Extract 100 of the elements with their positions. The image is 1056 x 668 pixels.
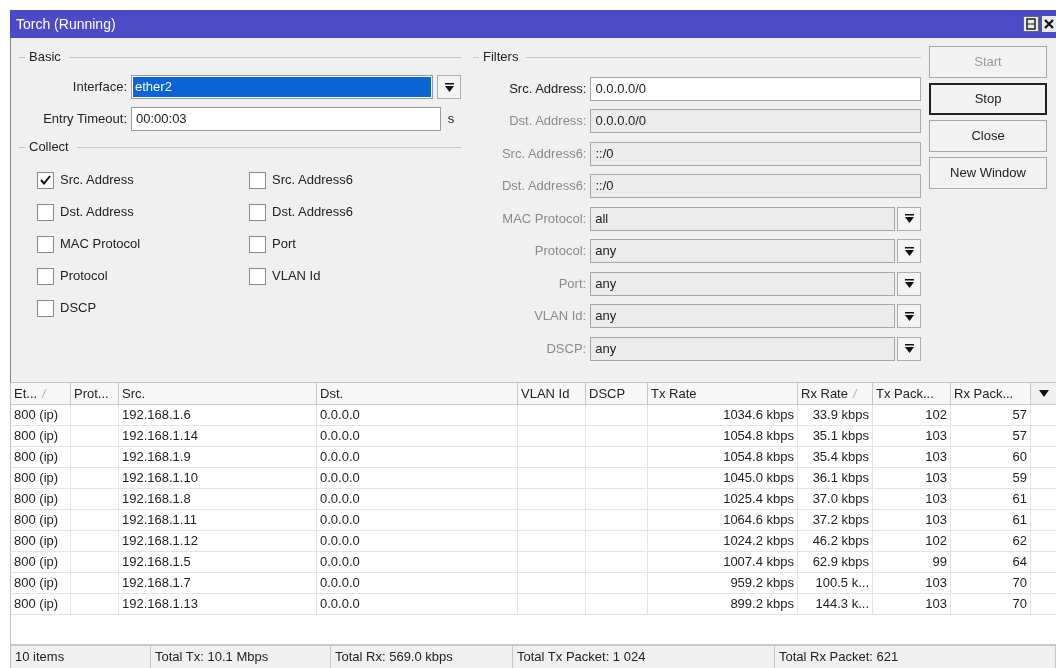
- table-cell-text: 192.168.1.11: [122, 511, 197, 530]
- checkbox-label: Src. Address6: [272, 171, 353, 190]
- dropdown-button[interactable]: [897, 271, 921, 296]
- status-text: Total Rx Packet: 621: [775, 646, 1056, 668]
- field-label: Interface:: [71, 78, 128, 97]
- table-cell-text: 1034.6 kbps: [723, 406, 794, 425]
- column-header[interactable]: Src.: [119, 383, 317, 404]
- checkbox[interactable]: [249, 171, 266, 189]
- table-cell-text: 192.168.1.9: [122, 448, 191, 467]
- section-title: Collect: [29, 138, 69, 157]
- table-cell-text: 192.168.1.13: [122, 595, 198, 614]
- column-header[interactable]: Rx Pack...: [951, 383, 1031, 404]
- column-header[interactable]: VLAN Id: [518, 383, 586, 404]
- dropdown-button[interactable]: [897, 304, 921, 328]
- table-cell-text: 103: [925, 574, 947, 593]
- table-cell-text: 37.0 kbps: [812, 490, 869, 509]
- checkbox-label: Src. Address: [60, 171, 134, 190]
- column-header[interactable]: Tx Pack...: [873, 383, 951, 404]
- table-cell-text: 192.168.1.12: [122, 532, 198, 551]
- table-cell-text: 0.0.0.0: [320, 595, 360, 614]
- field-label: Src. Address:: [508, 79, 588, 98]
- table-cell-text: 100.5 k...: [815, 574, 869, 593]
- dropdown-button[interactable]: [897, 239, 921, 263]
- table-cell-text: 800 (ip): [14, 511, 59, 530]
- column-header[interactable]: DSCP: [586, 383, 648, 404]
- column-title: Tx Pack...: [876, 384, 934, 403]
- table-cell-text: 61: [1012, 490, 1027, 509]
- table-cell-text: 61: [1012, 511, 1027, 530]
- checkbox-label: MAC Protocol: [60, 235, 141, 254]
- table-cell-text: 0.0.0.0: [320, 553, 360, 572]
- column-header[interactable]: Tx Rate: [648, 383, 798, 404]
- unit-label: s: [446, 110, 456, 129]
- table-cell-text: 62.9 kbps: [812, 553, 869, 572]
- column-title: Prot...: [74, 384, 109, 403]
- field-label: MAC Protocol:: [501, 209, 588, 228]
- column-header[interactable]: Rx Rate: [798, 383, 873, 404]
- table-cell-text: 103: [925, 511, 947, 530]
- checkbox[interactable]: [249, 203, 266, 221]
- action-button[interactable]: Close: [929, 120, 1047, 152]
- window-title: Torch (Running): [16, 14, 117, 34]
- checkbox[interactable]: [37, 235, 54, 253]
- checkbox-label: Dst. Address: [60, 203, 134, 222]
- dropdown-arrow-icon: [444, 82, 454, 92]
- field-label: Src. Address6:: [500, 144, 588, 163]
- close-icon[interactable]: [1042, 16, 1056, 32]
- table-cell-text: 103: [925, 490, 947, 509]
- column-header[interactable]: Et...: [11, 383, 71, 404]
- action-button[interactable]: New Window: [929, 157, 1047, 189]
- status-text: 10 items: [11, 646, 151, 668]
- field-label: Protocol:: [533, 242, 588, 261]
- checkbox[interactable]: [37, 267, 54, 285]
- table-cell-text: 37.2 kbps: [812, 511, 869, 530]
- dropdown-button[interactable]: [897, 206, 921, 231]
- table-cell-text: 103: [925, 427, 947, 446]
- table-cell-text: 0.0.0.0: [320, 469, 360, 488]
- column-header[interactable]: Prot...: [71, 383, 119, 404]
- field-label: Dst. Address6:: [500, 177, 588, 196]
- restore-icon[interactable]: [1023, 16, 1039, 32]
- checkbox-label: Dst. Address6: [272, 203, 353, 222]
- table-cell-text: 70: [1012, 574, 1027, 593]
- column-title: DSCP: [589, 384, 626, 403]
- filter-field[interactable]: 0.0.0.0/0: [590, 76, 921, 101]
- table-cell-text: 1025.4 kbps: [723, 490, 794, 509]
- interface-field[interactable]: ether2: [131, 75, 433, 99]
- sort-icon: [851, 389, 858, 398]
- column-menu-icon[interactable]: [1038, 390, 1049, 397]
- column-title: Dst.: [320, 384, 344, 403]
- field-label: VLAN Id:: [533, 307, 588, 326]
- table-cell-text: 103: [925, 448, 947, 467]
- section-title: Filters: [483, 48, 519, 67]
- checkmark-icon: [40, 175, 51, 185]
- checkbox[interactable]: [249, 267, 266, 285]
- column-title: Et...: [14, 384, 38, 403]
- checkbox[interactable]: [37, 299, 54, 317]
- checkbox[interactable]: [37, 203, 54, 221]
- entry-timeout-field[interactable]: 00:00:03: [131, 107, 441, 131]
- action-button[interactable]: Stop: [929, 83, 1047, 115]
- dropdown-button[interactable]: [897, 336, 921, 361]
- table-cell-text: 35.4 kbps: [812, 448, 869, 467]
- status-text: Total Tx Packet: 1 024: [513, 646, 775, 668]
- table-cell-text: 800 (ip): [14, 406, 59, 425]
- table-cell-text: 99: [932, 553, 947, 572]
- checkbox[interactable]: [37, 171, 54, 189]
- table-cell-text: 102: [925, 532, 947, 551]
- table-cell-text: 0.0.0.0: [320, 511, 360, 530]
- checkbox-label: DSCP: [60, 299, 97, 318]
- status-text: Total Tx: 10.1 Mbps: [151, 646, 331, 668]
- table-cell-text: 192.168.1.5: [122, 553, 191, 572]
- table-cell-text: 800 (ip): [14, 469, 59, 488]
- table-cell-text: 959.2 kbps: [730, 574, 794, 593]
- checkbox[interactable]: [249, 235, 266, 253]
- column-header[interactable]: Dst.: [317, 383, 518, 404]
- table-cell-text: 800 (ip): [14, 553, 59, 572]
- dropdown-button[interactable]: [437, 75, 461, 99]
- table-cell-text: 62: [1012, 532, 1027, 551]
- table-cell-text: 0.0.0.0: [320, 406, 360, 425]
- table-cell-text: 36.1 kbps: [812, 469, 869, 488]
- table-cell-text: 1054.8 kbps: [723, 427, 794, 446]
- table-cell-text: 192.168.1.14: [122, 427, 198, 446]
- field-label: Entry Timeout:: [42, 110, 128, 129]
